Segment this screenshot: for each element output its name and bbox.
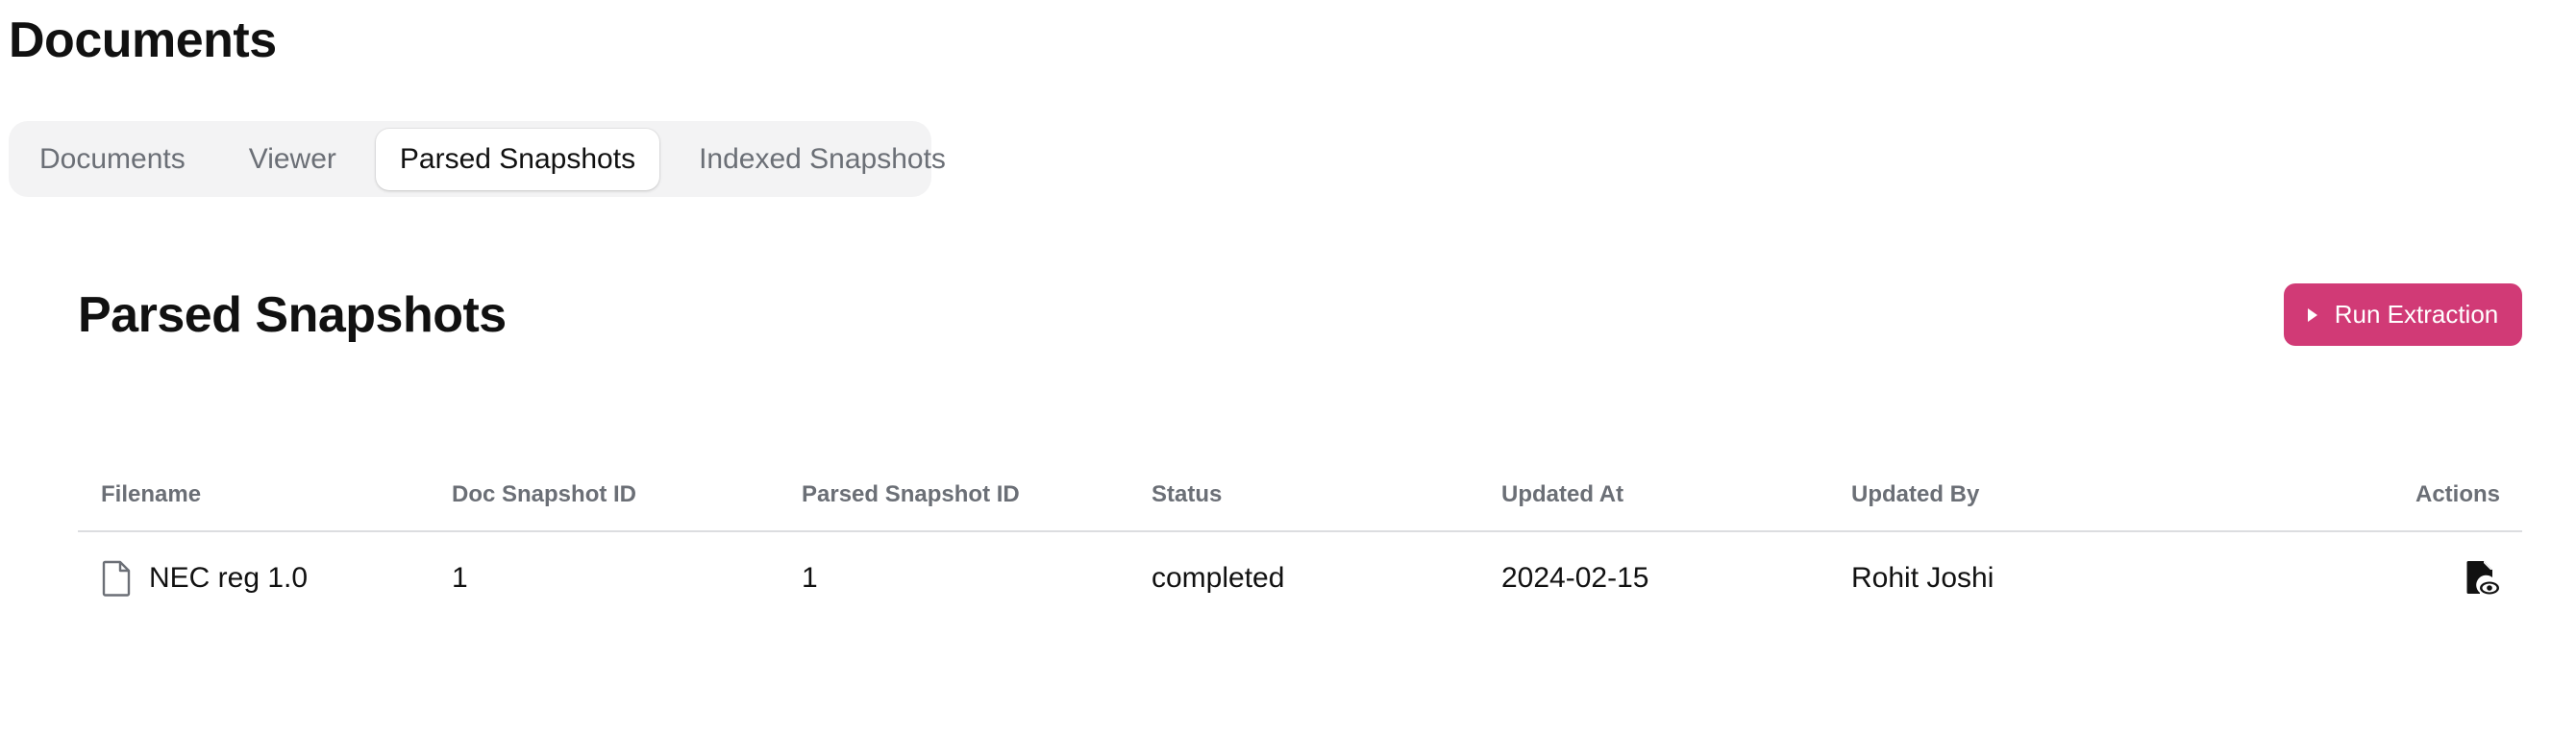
cell-updated-by: Rohit Joshi: [1851, 562, 1994, 594]
play-icon: [2307, 307, 2317, 322]
cell-updated-at: 2024-02-15: [1501, 562, 1649, 594]
column-header-filename[interactable]: Filename: [101, 461, 201, 532]
column-header-doc-snapshot-id[interactable]: Doc Snapshot ID: [452, 461, 636, 532]
run-extraction-button[interactable]: Run Extraction: [2284, 283, 2522, 346]
column-header-updated-at[interactable]: Updated At: [1501, 461, 1623, 532]
table-row[interactable]: NEC reg 1.0 1 1 completed 2024-02-15 Roh…: [78, 532, 2522, 624]
tab-parsed-snapshots[interactable]: Parsed Snapshots: [375, 128, 660, 190]
cell-filename: NEC reg 1.0: [101, 532, 308, 624]
tab-indexed-snapshots[interactable]: Indexed Snapshots: [675, 129, 970, 190]
section-title: Parsed Snapshots: [78, 287, 507, 343]
column-header-actions: Actions: [2415, 481, 2500, 507]
view-document-icon[interactable]: [2465, 559, 2500, 602]
parsed-snapshots-table: Filename Doc Snapshot ID Parsed Snapshot…: [78, 461, 2522, 624]
tab-bar: Documents Viewer Parsed Snapshots Indexe…: [9, 121, 946, 197]
tab-documents[interactable]: Documents: [15, 129, 210, 190]
document-icon: [101, 560, 132, 597]
column-header-parsed-snapshot-id[interactable]: Parsed Snapshot ID: [802, 461, 1020, 532]
run-extraction-label: Run Extraction: [2334, 300, 2499, 329]
tab-viewer[interactable]: Viewer: [225, 129, 360, 190]
cell-parsed-snapshot-id: 1: [802, 562, 818, 594]
cell-status: completed: [1152, 562, 1285, 594]
page-title: Documents: [9, 12, 277, 68]
table-header: Filename Doc Snapshot ID Parsed Snapshot…: [78, 461, 2522, 532]
column-header-status[interactable]: Status: [1152, 461, 1222, 532]
filename-text[interactable]: NEC reg 1.0: [149, 562, 308, 595]
column-header-updated-by[interactable]: Updated By: [1851, 461, 1979, 532]
cell-doc-snapshot-id: 1: [452, 562, 468, 594]
documents-page: Documents Documents Viewer Parsed Snapsh…: [0, 0, 2576, 734]
